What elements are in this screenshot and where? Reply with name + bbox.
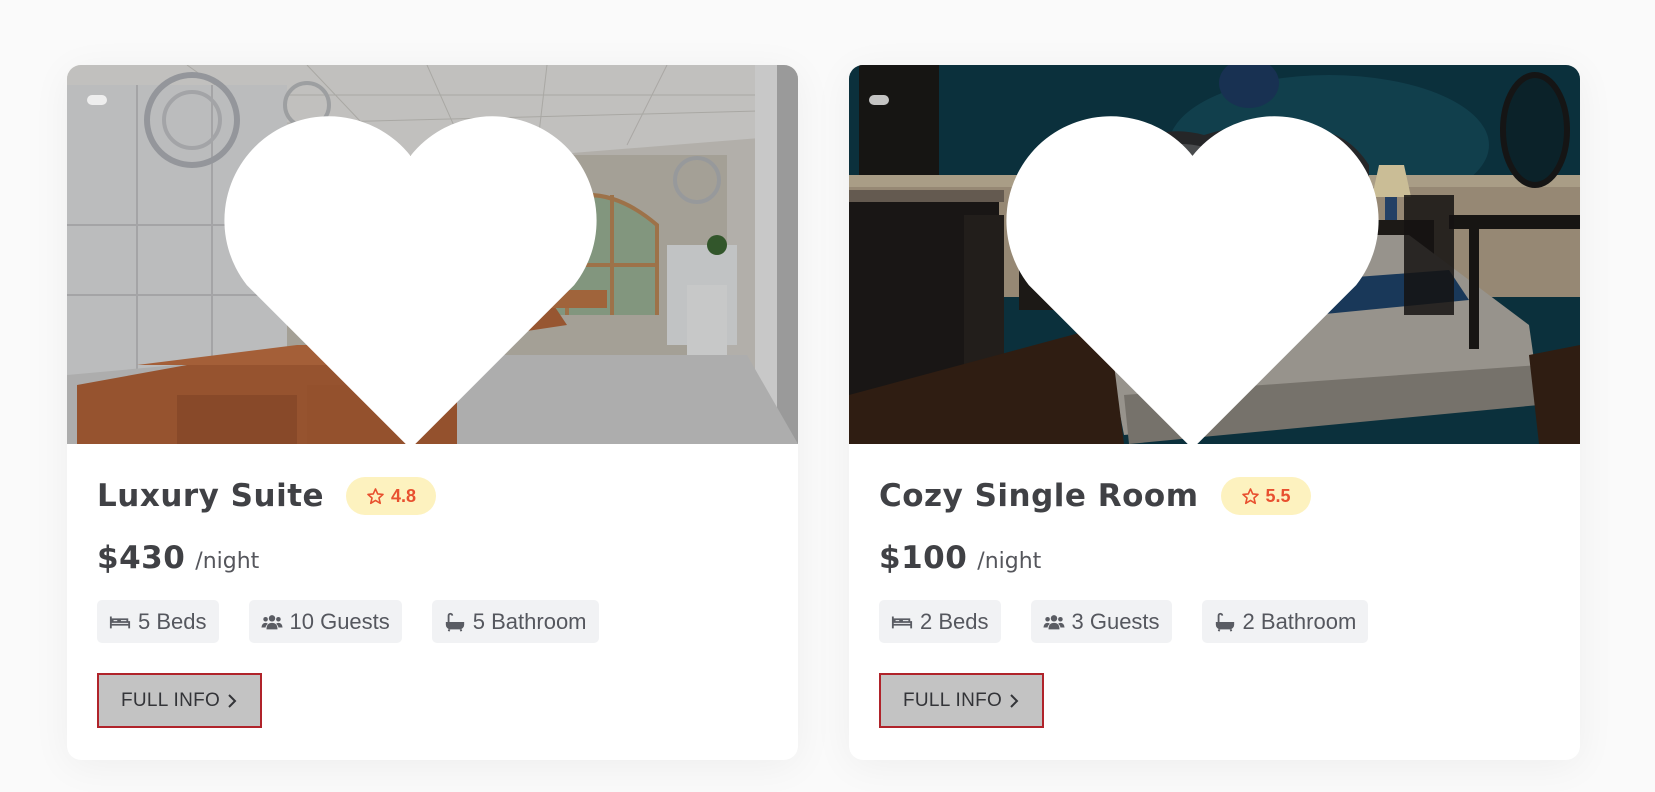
chevron-right-icon <box>1010 693 1019 708</box>
full-info-label: FULL INFO <box>903 689 1003 711</box>
full-info-label: FULL INFO <box>121 689 221 711</box>
room-photo <box>849 65 1580 444</box>
price-unit: /night <box>977 549 1042 574</box>
price: $100 <box>879 540 968 576</box>
heart-icon[interactable] <box>67 87 776 444</box>
rating-badge: 4.8 <box>346 477 437 515</box>
beds-label: 2 Beds <box>920 608 989 634</box>
bathtub-icon <box>445 612 464 632</box>
star-icon <box>1241 487 1259 504</box>
feature-guests: 10 Guests <box>248 600 402 643</box>
bathroom-label: 5 Bathroom <box>472 608 587 634</box>
beds-label: 5 Beds <box>138 608 207 634</box>
full-info-button[interactable]: FULL INFO <box>97 673 263 728</box>
bathroom-label: 2 Bathroom <box>1242 608 1357 634</box>
full-info-button[interactable]: FULL INFO <box>879 673 1045 728</box>
price-row: $100 /night <box>879 540 1550 576</box>
title-row: Luxury Suite 4.8 <box>97 474 768 518</box>
room-card-luxury-suite: Luxury Suite 4.8 $430 /night 5 Beds 10 G… <box>67 65 798 760</box>
room-title: Cozy Single Room <box>879 478 1199 514</box>
guests-icon <box>260 614 283 629</box>
star-icon <box>367 487 384 504</box>
room-photo <box>67 65 798 444</box>
room-grid: Luxury Suite 4.8 $430 /night 5 Beds 10 G… <box>67 65 1580 760</box>
feature-bathroom: 5 Bathroom <box>431 600 599 643</box>
heart-icon[interactable] <box>849 87 1558 444</box>
rating-value: 5.5 <box>1265 485 1291 506</box>
feature-beds: 2 Beds <box>879 600 1001 643</box>
price-unit: /night <box>195 549 260 574</box>
title-row: Cozy Single Room 5.5 <box>879 474 1550 518</box>
guests-label: 3 Guests <box>1071 608 1160 634</box>
room-details: Luxury Suite 4.8 $430 /night 5 Beds 10 G… <box>67 444 798 728</box>
feature-beds: 5 Beds <box>97 600 219 643</box>
guests-label: 10 Guests <box>289 608 390 634</box>
features: 5 Beds 10 Guests 5 Bathroom <box>97 600 768 643</box>
rating-value: 4.8 <box>391 485 417 506</box>
price-row: $430 /night <box>97 540 768 576</box>
bed-icon <box>891 616 913 628</box>
price: $430 <box>97 540 186 576</box>
features: 2 Beds 3 Guests 2 Bathroom <box>879 600 1550 643</box>
room-title: Luxury Suite <box>97 478 325 514</box>
room-card-cozy-single-room: Cozy Single Room 5.5 $100 /night 2 Beds <box>849 65 1580 760</box>
room-details: Cozy Single Room 5.5 $100 /night 2 Beds <box>849 444 1580 728</box>
feature-guests: 3 Guests <box>1030 600 1172 643</box>
guests-icon <box>1042 614 1065 629</box>
rating-badge: 5.5 <box>1220 477 1311 515</box>
bed-icon <box>109 616 131 628</box>
chevron-right-icon <box>228 693 237 708</box>
bathtub-icon <box>1215 612 1234 632</box>
feature-bathroom: 2 Bathroom <box>1201 600 1369 643</box>
